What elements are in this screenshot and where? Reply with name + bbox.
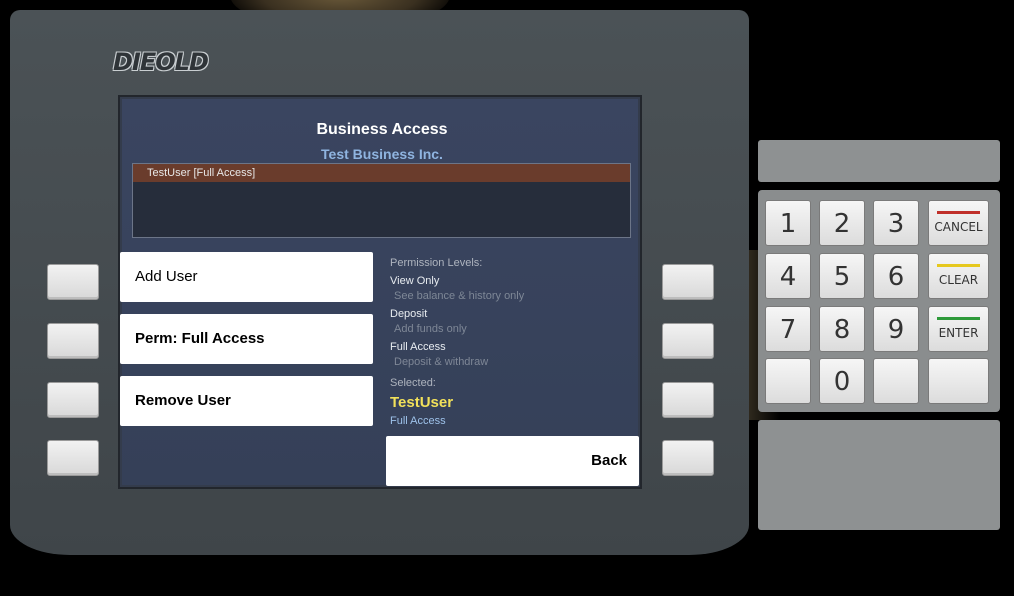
key-6[interactable]: 6	[873, 253, 919, 299]
side-key-left-1[interactable]	[47, 264, 99, 300]
key-0[interactable]: 0	[819, 358, 865, 404]
add-user-button[interactable]: Add User	[120, 252, 373, 302]
key-blank-left[interactable]	[765, 358, 811, 404]
key-5[interactable]: 5	[819, 253, 865, 299]
cancel-stripe	[937, 211, 980, 214]
key-4[interactable]: 4	[765, 253, 811, 299]
enter-key[interactable]: ENTER	[928, 306, 989, 352]
brand-logo: DIEOLD	[113, 48, 209, 76]
key-8[interactable]: 8	[819, 306, 865, 352]
permission-level-name: View Only	[390, 275, 440, 287]
side-key-right-4[interactable]	[662, 440, 714, 476]
page-title: Business Access	[316, 121, 448, 138]
permission-level-name: Full Access	[390, 341, 446, 353]
perm-button[interactable]: Perm: Full Access	[120, 314, 373, 364]
side-key-right-1[interactable]	[662, 264, 714, 300]
enter-stripe	[937, 317, 980, 320]
key-2[interactable]: 2	[819, 200, 865, 246]
permission-level-desc: See balance & history only	[394, 290, 525, 302]
side-key-left-2[interactable]	[47, 323, 99, 359]
clear-stripe	[937, 264, 980, 267]
clear-label: CLEAR	[938, 273, 979, 287]
cancel-label: CANCEL	[934, 220, 983, 234]
card-reader-panel	[758, 140, 1000, 182]
side-key-left-3[interactable]	[47, 382, 99, 418]
key-9[interactable]: 9	[873, 306, 919, 352]
key-3[interactable]: 3	[873, 200, 919, 246]
clear-key[interactable]: CLEAR	[928, 253, 989, 299]
back-button[interactable]: Back	[386, 436, 639, 486]
enter-label: ENTER	[938, 326, 979, 340]
side-key-right-2[interactable]	[662, 323, 714, 359]
key-blank-right[interactable]	[873, 358, 919, 404]
business-name: Test Business Inc.	[321, 146, 443, 162]
permission-heading: Permission Levels:	[390, 257, 483, 269]
remove-user-button[interactable]: Remove User	[120, 376, 373, 426]
permission-level-desc: Add funds only	[394, 323, 467, 335]
receipt-panel	[758, 420, 1000, 530]
selected-label: Selected:	[390, 377, 436, 389]
selected-permission: Full Access	[390, 415, 446, 427]
permission-level-name: Deposit	[390, 308, 428, 320]
selected-user: TestUser	[390, 394, 454, 411]
permission-level-desc: Deposit & withdraw	[394, 356, 489, 368]
key-7[interactable]: 7	[765, 306, 811, 352]
key-1[interactable]: 1	[765, 200, 811, 246]
side-key-right-3[interactable]	[662, 382, 714, 418]
cancel-key[interactable]: CANCEL	[928, 200, 989, 246]
side-key-left-4[interactable]	[47, 440, 99, 476]
key-blank-function[interactable]	[928, 358, 989, 404]
list-item[interactable]: TestUser [Full Access]	[133, 164, 630, 182]
user-list: TestUser [Full Access]	[132, 163, 631, 238]
